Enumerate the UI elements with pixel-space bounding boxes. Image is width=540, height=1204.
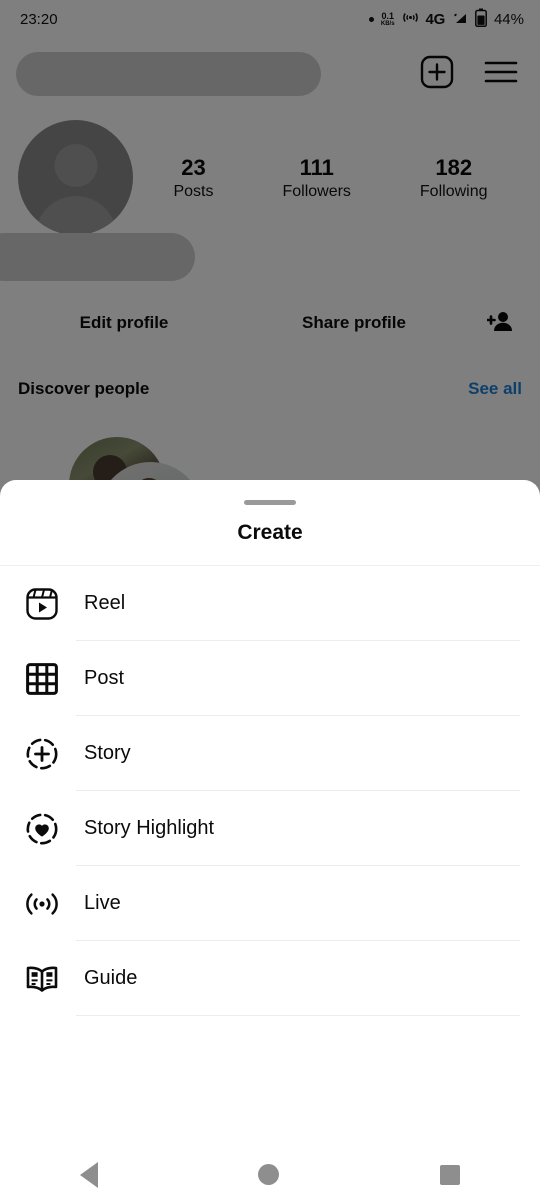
create-option-guide[interactable]: Guide [0,941,540,1016]
live-broadcast-icon [22,890,62,918]
create-option-reel[interactable]: Reel [0,566,540,641]
create-option-story-highlight[interactable]: Story Highlight [0,791,540,866]
create-option-label: Reel [84,592,126,614]
story-plus-icon [22,737,62,771]
create-option-label: Story Highlight [84,817,215,839]
create-option-story[interactable]: Story [0,716,540,791]
create-option-label: Story [84,742,131,764]
phone-screen: 23:20 0.1 KB/s 4G 44% [0,0,540,1204]
back-button-icon[interactable] [80,1161,99,1188]
android-nav-bar [0,1145,540,1204]
create-option-label: Post [84,667,125,689]
guide-book-icon [22,964,62,994]
create-options-list: Reel Post Story Story Highlight Live Gui… [0,566,540,1016]
create-option-label: Guide [84,967,138,989]
sheet-drag-handle[interactable] [244,500,296,505]
sheet-title: Create [237,521,303,544]
row-divider [76,1015,520,1016]
recents-button-icon[interactable] [439,1164,460,1185]
create-option-label: Live [84,892,121,914]
create-bottom-sheet: Create Reel Post Story Story Highlight L… [0,480,540,1145]
reel-icon [22,587,62,621]
create-option-post[interactable]: Post [0,641,540,716]
story-highlight-heart-icon [22,812,62,846]
home-button-icon[interactable] [258,1164,280,1185]
grid-post-icon [22,662,62,695]
create-option-live[interactable]: Live [0,866,540,941]
